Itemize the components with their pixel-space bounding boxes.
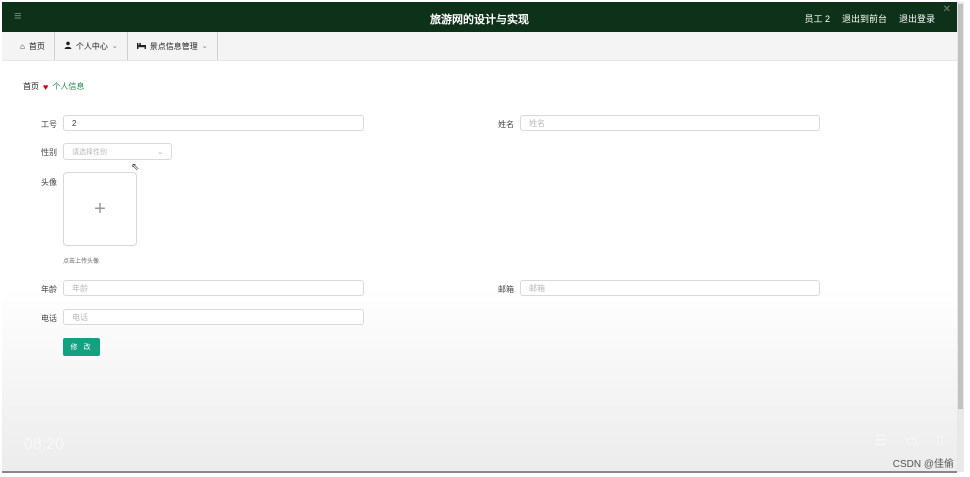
name-label: 姓名 [498,120,514,129]
header-actions: 员工 2 退出到前台 退出登录 [804,12,935,25]
video-timestamp: 08:20 [24,436,65,453]
watermark: CSDN @佳偷 [892,459,954,470]
logout-link[interactable]: 退出登录 [899,12,935,25]
heart-icon: ♥ [43,81,49,92]
breadcrumb-current: 个人信息 [52,82,85,91]
nav-item-scenic-management[interactable]: 景点信息管理 ⌄ [128,32,218,60]
breadcrumb-home[interactable]: 首页 [23,81,39,92]
scrollbar-thumb[interactable] [958,4,963,409]
chat-icon[interactable]: ▭ [905,432,918,449]
top-header: ≡ 旅游网的设计与实现 员工 2 退出到前台 退出登录 ✕ [2,2,957,32]
phone-input[interactable] [63,309,364,325]
gender-select[interactable]: 请选择性别 ⌄ [63,143,172,160]
player-controls: ☰ ▭ ⁞⁞ [874,432,944,449]
nav-item-home[interactable]: ⌂ 首页 [2,32,55,60]
mouse-cursor-icon: ⇖ [131,162,140,173]
close-icon[interactable]: ✕ [943,4,951,15]
user-label: 员工 2 [804,14,830,24]
nav-item-label: 景点信息管理 [149,41,198,51]
email-input[interactable] [520,280,820,296]
back-to-front-link[interactable]: 退出到前台 [842,12,887,25]
email-label: 邮箱 [498,285,514,294]
age-input[interactable] [63,280,364,296]
plus-icon: + [94,197,106,220]
main-content: 首页 ♥ 个人信息 工号 姓名 性别 请选择性别 ⌄ 头像 + 点击上传头像 年… [2,61,957,471]
chevron-down-icon: ⌄ [157,148,163,156]
age-label: 年龄 [41,285,57,294]
nav-item-label: 首页 [28,41,45,51]
home-icon: ⌂ [20,41,25,51]
phone-label: 电话 [41,314,57,323]
avatar-upload-tip: 点击上传头像 [63,259,100,265]
chevron-down-icon: ⌄ [201,43,208,50]
breadcrumb: 首页 ♥ 个人信息 [23,81,84,92]
avatar-label: 头像 [41,178,57,187]
name-input[interactable] [520,115,820,131]
employee-no-input[interactable] [63,115,364,131]
nav-item-label: 个人中心 [75,41,108,51]
bottom-divider [2,471,957,473]
grid-icon[interactable]: ⁞⁞ [936,432,944,449]
submit-button[interactable]: 修 改 [63,338,100,356]
gender-select-placeholder: 请选择性别 [72,148,107,156]
avatar-uploader[interactable]: + [63,172,137,246]
nav-bar: ⌂ 首页 个人中心 ⌄ 景点信息管理 ⌄ [2,32,957,61]
bed-icon [136,42,146,51]
list-icon[interactable]: ☰ [874,432,887,449]
user-icon [64,41,72,51]
gender-label: 性别 [41,148,57,157]
employee-no-label: 工号 [41,120,57,129]
nav-item-personal-center[interactable]: 个人中心 ⌄ [55,32,128,60]
chevron-down-icon: ⌄ [111,43,118,50]
